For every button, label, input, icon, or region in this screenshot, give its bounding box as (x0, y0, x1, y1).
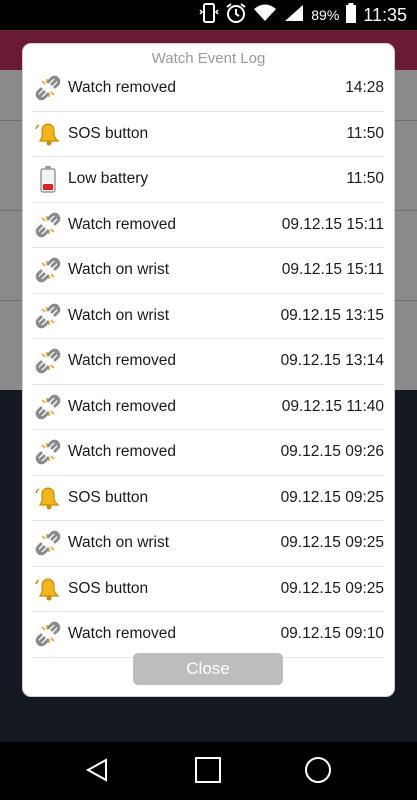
bell-icon (34, 575, 62, 603)
chain-broken-icon (34, 620, 62, 648)
event-label: SOS button (68, 488, 149, 506)
chain-broken-icon (34, 74, 62, 102)
event-label: Watch on wrist (68, 306, 170, 324)
event-row: SOS button 09.12.15 09:25 (32, 567, 384, 612)
event-row: Watch on wrist 09.12.15 13:15 (32, 294, 384, 339)
back-icon[interactable] (78, 750, 118, 790)
event-label: Watch removed (68, 397, 176, 415)
event-row: Low battery 11:50 (32, 157, 384, 203)
event-time: 09.12.15 15:11 (281, 261, 384, 279)
chain-broken-icon (34, 393, 62, 421)
event-time: 09.12.15 13:15 (280, 306, 384, 324)
event-label: Watch removed (68, 215, 176, 233)
battery-percent: 89% (311, 7, 340, 23)
event-row: Watch on wrist 09.12.15 15:11 (32, 248, 384, 294)
event-label: Low battery (68, 170, 149, 188)
bell-icon (34, 120, 62, 148)
phone-vibrate-icon (199, 2, 219, 29)
event-row: SOS button 11:50 (32, 112, 384, 157)
event-time: 11:50 (346, 124, 384, 142)
event-time: 09.12.15 09:25 (280, 579, 384, 597)
event-time: 11:50 (346, 170, 384, 188)
status-bar: 89% 11:35 (0, 0, 417, 30)
event-row: Watch removed 09.12.15 09:10 (32, 612, 384, 658)
chain-broken-icon (34, 302, 62, 330)
event-label: SOS button (68, 579, 149, 597)
chain-broken-icon (34, 347, 62, 375)
chain-broken-icon (34, 438, 62, 466)
event-time: 09.12.15 11:40 (281, 397, 384, 415)
event-label: Watch removed (68, 625, 176, 643)
event-time: 09.12.15 09:26 (280, 443, 384, 461)
chain-broken-icon (34, 211, 62, 239)
event-time: 09.12.15 09:10 (280, 625, 384, 643)
event-row: SOS button 09.12.15 09:25 (32, 476, 384, 521)
event-label: Watch on wrist (68, 261, 170, 279)
navigation-bar (0, 742, 417, 800)
event-row: Watch removed 14:28 (32, 66, 384, 112)
dialog-title: Watch Event Log (151, 50, 266, 67)
event-label: Watch on wrist (68, 534, 170, 552)
chain-broken-icon (34, 256, 62, 284)
event-label: Watch removed (68, 79, 176, 97)
signal-icon (283, 3, 305, 28)
close-button[interactable]: Close (133, 653, 283, 685)
event-row: Watch removed 09.12.15 09:26 (32, 430, 384, 476)
home-icon[interactable] (188, 750, 228, 790)
event-row: Watch removed 09.12.15 13:14 (32, 339, 384, 385)
event-time: 14:28 (345, 79, 384, 97)
chain-broken-icon (34, 529, 62, 557)
event-row: Watch removed 09.12.15 11:40 (32, 385, 384, 430)
event-time: 09.12.15 09:25 (280, 488, 384, 506)
event-time: 09.12.15 13:14 (280, 352, 384, 370)
watch-event-log-dialog: Watch Event Log Watch removed 14:28 SOS bu… (23, 44, 394, 696)
event-label: Watch removed (68, 352, 176, 370)
battery-icon (345, 2, 357, 29)
clock: 11:35 (363, 4, 407, 25)
low-battery-icon (34, 165, 62, 193)
event-row: Watch removed 09.12.15 15:11 (32, 203, 384, 248)
wifi-icon (253, 3, 277, 28)
event-row: Watch on wrist 09.12.15 09:25 (32, 521, 384, 567)
event-label: SOS button (68, 124, 149, 142)
bell-icon (34, 484, 62, 512)
event-time: 09.12.15 09:25 (280, 534, 384, 552)
event-label: Watch removed (68, 443, 176, 461)
recents-icon[interactable] (298, 750, 338, 790)
event-time: 09.12.15 15:11 (281, 215, 384, 233)
event-list[interactable]: Watch removed 14:28 SOS button 11:50 Low bat… (32, 66, 384, 658)
alarm-icon (225, 2, 247, 29)
